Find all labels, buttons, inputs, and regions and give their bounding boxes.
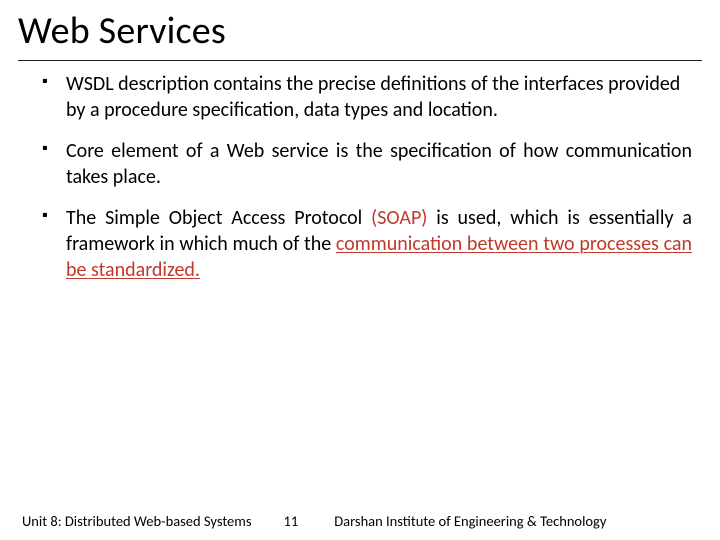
bullet-text: The Simple Object Access Protocol [66,206,371,230]
bullet-item: The Simple Object Access Protocol (SOAP)… [42,205,692,284]
bullet-list: WSDL description contains the precise de… [42,71,692,284]
bullet-text: Core element of a Web service is the spe… [66,139,692,189]
footer-unit: Unit 8: Distributed Web-based Systems [22,512,252,530]
bullet-text-soap: (SOAP) [371,206,427,230]
footer-institute: Darshan Institute of Engineering & Techn… [334,512,606,530]
bullet-item: Core element of a Web service is the spe… [42,138,692,191]
bullet-item: WSDL description contains the precise de… [42,71,692,124]
page-title: Web Services [18,8,702,54]
title-divider [18,60,702,61]
bullet-text: WSDL description contains the precise de… [66,72,680,122]
footer: Unit 8: Distributed Web-based Systems 11… [0,512,720,530]
slide-body: WSDL description contains the precise de… [0,71,720,540]
slide: Web Services WSDL description contains t… [0,0,720,540]
title-wrap: Web Services [0,0,720,60]
footer-page-number: 11 [284,512,299,530]
